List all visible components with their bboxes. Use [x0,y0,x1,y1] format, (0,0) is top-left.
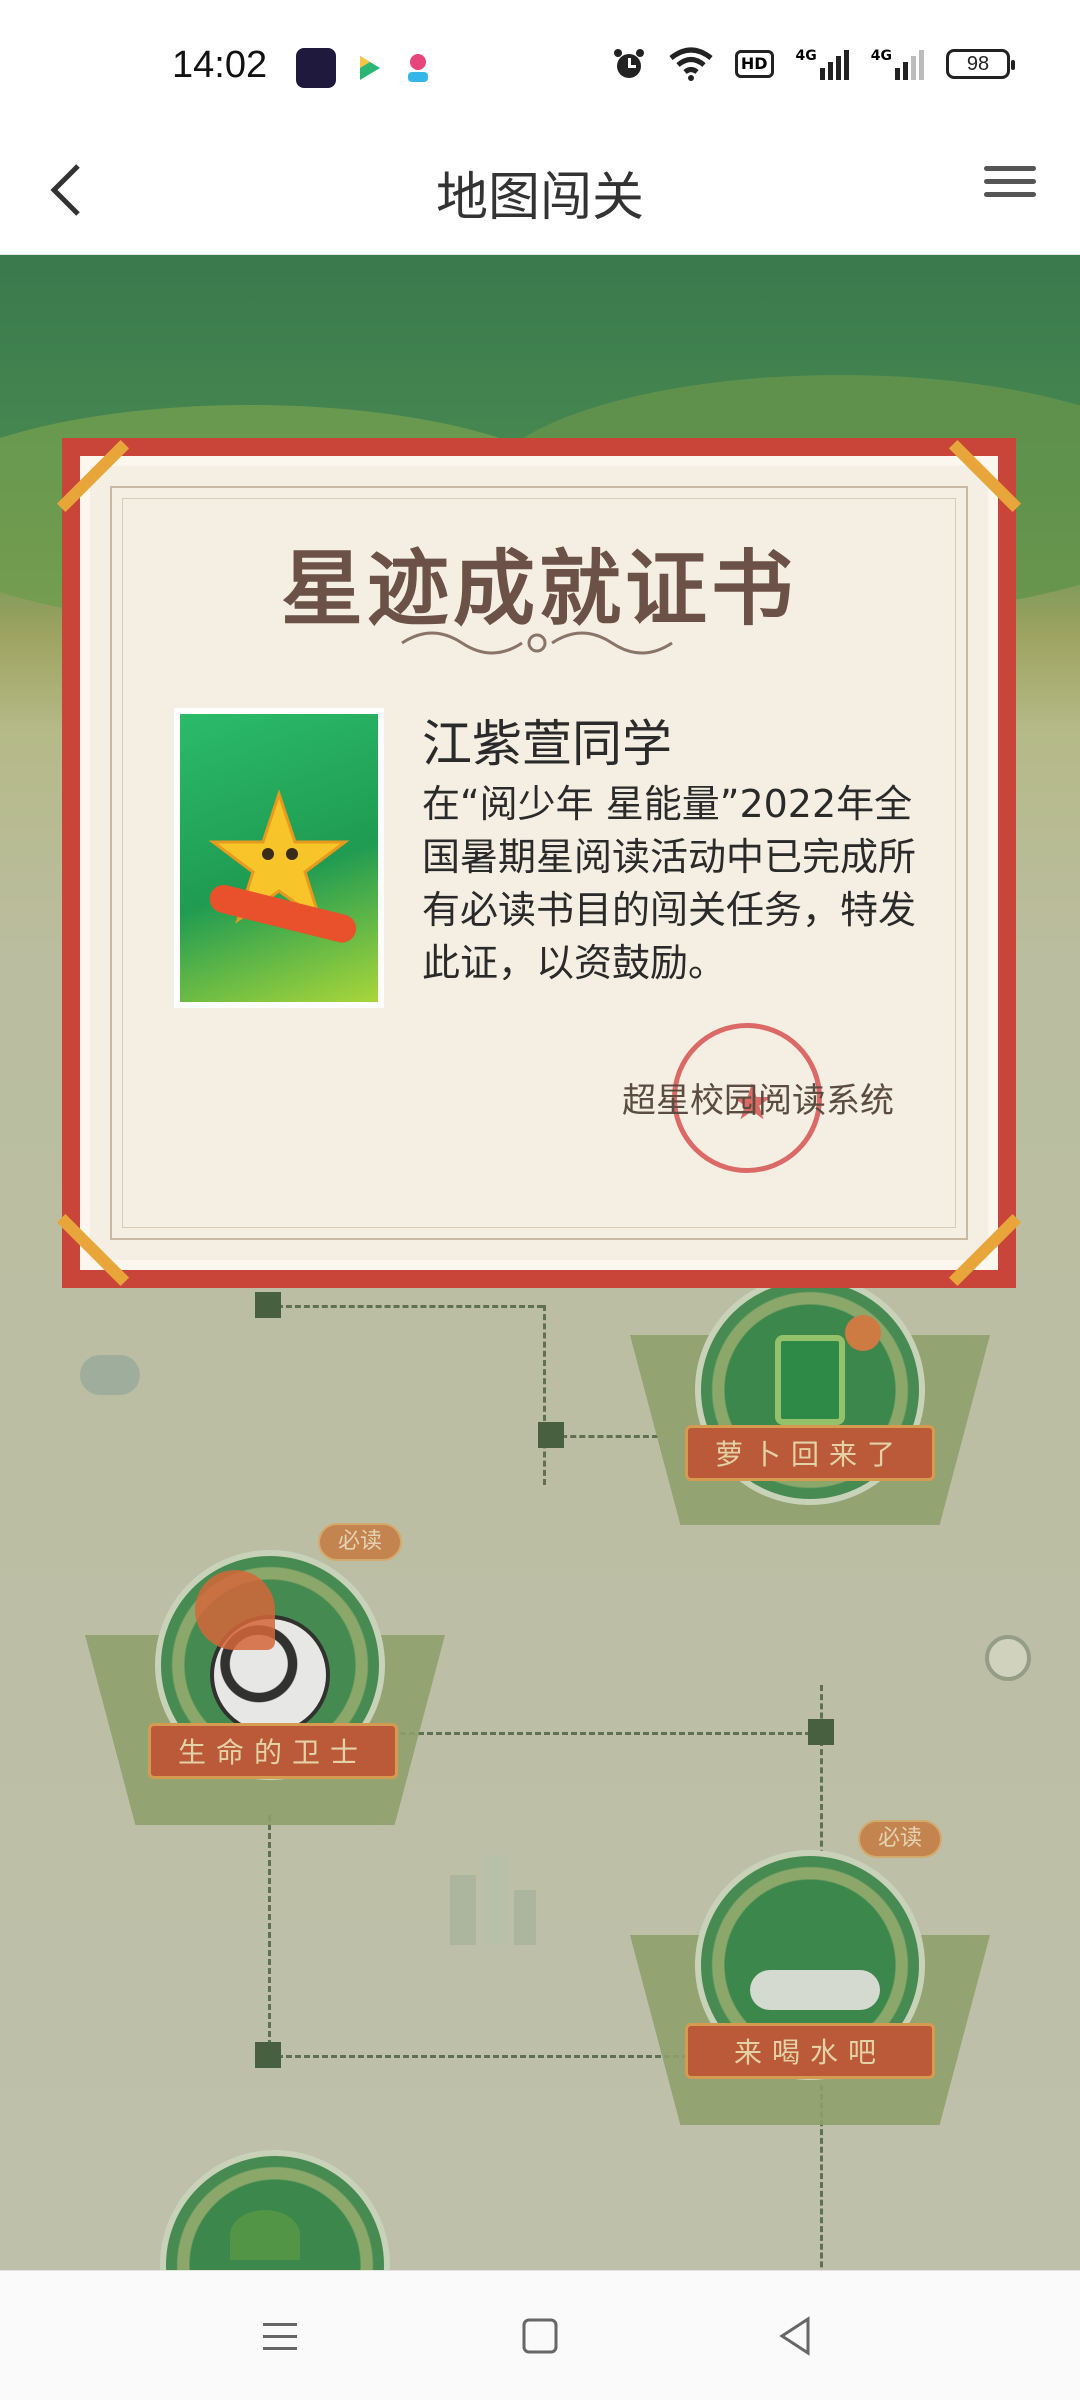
menu-icon [980,166,1040,197]
app-notification-icon [296,48,336,88]
issuer-name: 超星校园阅读系统 [622,1081,894,1121]
nav-bar: 地图闯关 [0,130,1080,255]
menu-button[interactable] [980,158,1040,218]
triangle-back-icon [779,2316,810,2356]
status-bar: 14:02 HD 4G 4G 98 [0,0,1080,130]
recent-apps-button[interactable] [255,2311,305,2361]
kids-app-icon [398,48,438,88]
battery-level: 98 [966,52,990,75]
square-icon [522,2318,558,2354]
achievement-certificate: 星迹成就证书 江紫萱同学 在“阅少年 星能量”2022年全国暑期星阅读活动中已完… [56,438,1022,1288]
status-time: 14:02 [172,44,268,86]
page-title: 地图闯关 [435,168,644,228]
hd-icon: HD [734,50,774,78]
signal-icon-2: 4G [871,48,924,80]
menu-lines-icon [263,2323,297,2350]
back-nav-button[interactable] [770,2311,820,2361]
mascot-image [174,708,384,1008]
status-icons: HD 4G 4G 98 [611,46,1015,82]
wifi-icon [669,47,713,81]
recipient-name: 江紫萱同学 [422,715,672,773]
system-nav-bar [0,2270,1080,2400]
battery-icon: 98 [946,49,1015,79]
signal-icon-1: 4G [796,48,849,80]
alarm-icon [613,49,644,78]
video-app-icon [348,48,388,88]
certificate-body: 在“阅少年 星能量”2022年全国暑期星阅读活动中已完成所有必读书目的闯关任务，… [422,782,917,985]
home-button[interactable] [515,2311,565,2361]
flourish-ornament-icon [401,631,673,655]
